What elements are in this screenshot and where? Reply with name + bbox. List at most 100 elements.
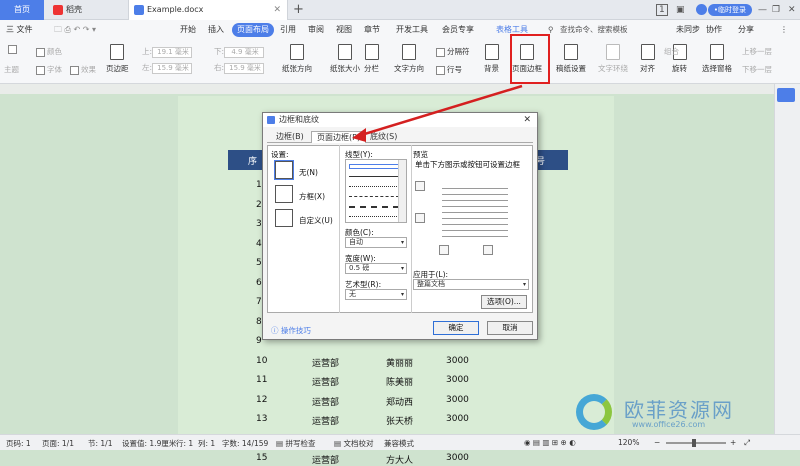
menu-member[interactable]: 会员专享 bbox=[442, 23, 474, 37]
window-count-badge[interactable]: 1 bbox=[656, 0, 668, 20]
tab-page-border[interactable]: 页面边框(P) bbox=[311, 131, 367, 143]
top-margin-field[interactable]: 上: 19.1 毫米 bbox=[142, 46, 193, 58]
margins-button[interactable]: 页边距 bbox=[106, 44, 129, 74]
setting-box[interactable]: 方框(X) bbox=[299, 191, 325, 202]
proofread-button[interactable]: ▤ 文档校对 bbox=[334, 438, 373, 449]
send-backward-button[interactable]: 下移一层 bbox=[742, 64, 772, 75]
share-button[interactable]: 分享 bbox=[738, 23, 754, 37]
draft-paper-button[interactable]: 稿纸设置 bbox=[556, 44, 586, 74]
status-col[interactable]: 列: 1 bbox=[198, 438, 215, 449]
menu-view[interactable]: 视图 bbox=[336, 23, 352, 37]
maximize-icon[interactable]: ❐ bbox=[772, 0, 780, 20]
line-style-scrollbar[interactable] bbox=[398, 160, 406, 222]
preview-area[interactable] bbox=[442, 188, 508, 238]
line-dashed[interactable] bbox=[349, 196, 399, 197]
fit-page-icon[interactable]: ⤢ bbox=[744, 438, 750, 448]
colors-button[interactable]: 颜色 bbox=[36, 46, 62, 57]
tab-home[interactable]: 首页 bbox=[0, 0, 44, 20]
dialog-title-bar[interactable]: 边框和底纹 ✕ bbox=[263, 113, 537, 127]
status-section[interactable]: 节: 1/1 bbox=[88, 438, 112, 449]
new-tab-icon[interactable]: + bbox=[293, 2, 304, 17]
tab-docer[interactable]: 稻壳 bbox=[48, 0, 120, 20]
setting-custom[interactable]: 自定义(U) bbox=[299, 215, 333, 226]
search-input[interactable]: ⚲ 查找命令、搜索模板 bbox=[546, 23, 664, 37]
group-button[interactable]: 组合 bbox=[664, 46, 679, 57]
status-pages[interactable]: 页面: 1/1 bbox=[42, 438, 74, 449]
menu-review[interactable]: 审阅 bbox=[308, 23, 324, 37]
file-menu[interactable]: 三 文件 bbox=[6, 23, 33, 37]
selection-pane-button[interactable]: 选择窗格 bbox=[702, 44, 732, 74]
zoom-slider[interactable] bbox=[666, 442, 726, 444]
row-amount: 3000 bbox=[446, 414, 469, 424]
quick-access-icons[interactable]: 🗀 ⎙ ↶ ↷ ▾ bbox=[54, 23, 96, 37]
layout-icon[interactable]: ▣ bbox=[676, 0, 685, 20]
line-solid[interactable] bbox=[349, 176, 399, 177]
columns-button[interactable]: 分栏 bbox=[364, 44, 379, 74]
width-dropdown[interactable]: 0.5 磅 ▾ bbox=[345, 263, 407, 274]
zoom-in-icon[interactable]: + bbox=[730, 438, 736, 447]
menu-chapter[interactable]: 章节 bbox=[364, 23, 380, 37]
zoom-slider-knob[interactable] bbox=[692, 439, 696, 447]
line-dash-dot-dot[interactable] bbox=[349, 216, 399, 217]
menu-developer[interactable]: 开发工具 bbox=[396, 23, 428, 37]
zoom-level[interactable]: 120% bbox=[618, 438, 639, 447]
status-setting[interactable]: 设置值: 1.9厘米 bbox=[122, 438, 176, 449]
menu-page-layout[interactable]: 页面布局 bbox=[232, 23, 274, 37]
spell-check-button[interactable]: ▤ 拼写检查 bbox=[276, 438, 315, 449]
dialog-close-icon[interactable]: ✕ bbox=[523, 113, 531, 127]
bring-forward-button[interactable]: 上移一层 bbox=[742, 46, 772, 57]
location-pin-icon[interactable] bbox=[777, 88, 795, 102]
text-wrap-button[interactable]: 文字环绕 bbox=[598, 44, 628, 74]
apply-to-dropdown[interactable]: 整篇文档 ▾ bbox=[413, 279, 529, 290]
setting-custom-icon[interactable] bbox=[275, 209, 293, 227]
zoom-out-icon[interactable]: − bbox=[654, 438, 660, 447]
breaks-button[interactable]: 分隔符 bbox=[436, 46, 470, 57]
view-mode-icons[interactable]: ◉ ▤ ▥ ⊞ ⊕ ◐ bbox=[524, 438, 576, 447]
setting-none[interactable]: 无(N) bbox=[299, 167, 318, 178]
options-button[interactable]: 选项(O)... bbox=[481, 295, 527, 309]
align-button[interactable]: 对齐 bbox=[640, 44, 655, 74]
close-tab-icon[interactable]: ✕ bbox=[273, 0, 281, 20]
line-numbers-button[interactable]: 行号 bbox=[436, 64, 462, 75]
border-left-button[interactable] bbox=[439, 245, 449, 255]
menu-references[interactable]: 引用 bbox=[280, 23, 296, 37]
ok-button[interactable]: 确定 bbox=[433, 321, 479, 335]
tab-shading[interactable]: 底纹(S) bbox=[365, 131, 402, 143]
avatar[interactable] bbox=[696, 4, 707, 15]
left-margin-field[interactable]: 左: 15.9 毫米 bbox=[142, 62, 193, 74]
status-row[interactable]: 行: 1 bbox=[176, 438, 193, 449]
border-top-button[interactable] bbox=[415, 181, 425, 191]
text-direction-button[interactable]: 文字方向 bbox=[394, 44, 424, 74]
sync-status[interactable]: 未同步 bbox=[676, 23, 700, 37]
bottom-margin-field[interactable]: 下: 4.9 毫米 bbox=[214, 46, 265, 58]
close-window-icon[interactable]: ✕ bbox=[788, 0, 796, 20]
orientation-button[interactable]: 纸张方向 bbox=[282, 44, 312, 74]
more-icon[interactable]: ⋮ bbox=[780, 23, 788, 37]
menu-insert[interactable]: 插入 bbox=[208, 23, 224, 37]
minimize-icon[interactable]: — bbox=[758, 0, 767, 20]
art-dropdown[interactable]: 无 ▾ bbox=[345, 289, 407, 300]
login-button[interactable]: •临时登录 bbox=[708, 4, 752, 16]
line-style-list[interactable] bbox=[345, 159, 407, 223]
status-page-num[interactable]: 页码: 1 bbox=[6, 438, 31, 449]
right-margin-field[interactable]: 右: 15.9 毫米 bbox=[214, 62, 265, 74]
line-dotted[interactable] bbox=[349, 186, 399, 187]
collaborate-button[interactable]: 协作 bbox=[706, 23, 722, 37]
tips-link[interactable]: ⓘ 操作技巧 bbox=[271, 325, 311, 336]
fonts-button[interactable]: 字体 bbox=[36, 64, 62, 75]
theme-button[interactable] bbox=[8, 44, 19, 54]
setting-box-icon[interactable] bbox=[275, 185, 293, 203]
paper-size-button[interactable]: 纸张大小 bbox=[330, 44, 360, 74]
background-button[interactable]: 背景 bbox=[484, 44, 499, 74]
status-words[interactable]: 字数: 14/159 bbox=[222, 438, 268, 449]
border-bottom-button[interactable] bbox=[415, 213, 425, 223]
effects-button[interactable]: 效果 bbox=[70, 64, 96, 75]
cancel-button[interactable]: 取消 bbox=[487, 321, 533, 335]
tab-document[interactable]: Example.docx ✕ bbox=[128, 0, 288, 20]
border-right-button[interactable] bbox=[483, 245, 493, 255]
tab-borders[interactable]: 边框(B) bbox=[271, 131, 309, 143]
color-dropdown[interactable]: 自动 ▾ bbox=[345, 237, 407, 248]
menu-start[interactable]: 开始 bbox=[180, 23, 196, 37]
line-dash-dot[interactable] bbox=[349, 206, 399, 208]
setting-none-icon[interactable] bbox=[274, 160, 294, 180]
